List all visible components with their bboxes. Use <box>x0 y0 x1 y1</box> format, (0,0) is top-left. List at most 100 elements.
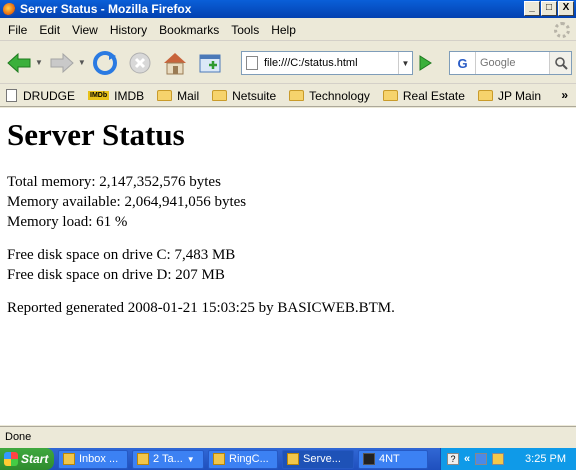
stop-icon <box>129 52 151 73</box>
memory-available-line: Memory available: 2,064,941,056 bytes <box>7 194 247 210</box>
task-thunderbird[interactable]: 2 Ta... ▼ <box>132 449 204 469</box>
app-icon <box>137 453 149 465</box>
disk-section: Free disk space on drive C: 7,483 MB Fre… <box>7 245 569 285</box>
status-text: Done <box>5 430 32 443</box>
minimize-button[interactable]: _ <box>524 1 540 16</box>
firefox-icon <box>3 2 16 16</box>
new-tab-button[interactable] <box>195 48 225 78</box>
page-icon <box>246 56 258 70</box>
new-window-icon <box>199 54 221 72</box>
window-controls: _ □ X <box>524 1 574 16</box>
group-dropdown-icon: ▼ <box>186 454 195 464</box>
memory-section: Total memory: 2,147,352,576 bytes Memory… <box>7 172 569 232</box>
menu-file[interactable]: File <box>2 23 33 37</box>
stop-button[interactable] <box>125 48 155 78</box>
network-icon[interactable] <box>475 453 488 465</box>
url-text[interactable]: file:///C:/status.html <box>264 57 398 69</box>
bookmark-imdb[interactable]: IMDb IMDB <box>88 89 144 103</box>
taskbar: Start Inbox ... 2 Ta... ▼ RingC... Serve… <box>0 448 576 470</box>
magnifier-icon <box>554 57 568 70</box>
search-bar: G <box>449 51 572 75</box>
bookmark-label: Netsuite <box>232 88 277 103</box>
bookmark-label: DRUDGE <box>23 88 76 103</box>
back-button[interactable] <box>4 48 34 78</box>
activity-throbber-icon <box>554 22 570 38</box>
back-arrow-icon <box>7 52 31 73</box>
task-label: RingC... <box>229 453 269 465</box>
disk-c-line: Free disk space on drive C: 7,483 MB <box>7 247 236 263</box>
menu-bar: File Edit View History Bookmarks Tools H… <box>0 19 576 41</box>
search-engine-selector[interactable]: G <box>450 52 476 74</box>
task-firefox[interactable]: Serve... <box>282 449 354 469</box>
back-history-dropdown[interactable]: ▼ <box>35 58 43 67</box>
page-heading: Server Status <box>7 117 185 152</box>
url-dropdown-button[interactable]: ▼ <box>398 52 412 74</box>
console-icon <box>363 453 375 465</box>
bookmark-drudge[interactable]: DRUDGE <box>6 89 75 103</box>
home-button[interactable] <box>160 48 190 78</box>
task-label: 4NT <box>379 453 400 465</box>
bookmarks-overflow-chevron[interactable]: » <box>561 88 568 102</box>
start-button[interactable]: Start <box>0 448 54 470</box>
menu-help[interactable]: Help <box>265 23 302 37</box>
folder-icon <box>382 90 398 101</box>
page-icon <box>6 89 17 102</box>
bookmark-folder-jp-main[interactable]: JP Main <box>477 88 542 103</box>
task-label: Serve... <box>303 453 341 465</box>
go-button[interactable] <box>418 55 432 74</box>
firefox-icon <box>287 453 299 465</box>
task-inbox[interactable]: Inbox ... <box>58 449 128 469</box>
bookmark-folder-real-estate[interactable]: Real Estate <box>382 88 465 103</box>
go-arrow-icon <box>419 55 432 71</box>
system-tray: ? « 3:25 PM <box>440 448 576 470</box>
search-button[interactable] <box>549 52 571 74</box>
maximize-button[interactable]: □ <box>541 1 557 16</box>
title-bar: Server Status - Mozilla Firefox _ □ X <box>0 0 576 18</box>
clock-tray-icon[interactable] <box>492 453 505 465</box>
page-content: Server Status Total memory: 2,147,352,57… <box>0 108 576 425</box>
bookmark-label: Real Estate <box>402 88 465 103</box>
window-title: Server Status - Mozilla Firefox <box>20 2 192 16</box>
menu-bookmarks[interactable]: Bookmarks <box>153 23 225 37</box>
bookmark-label: Technology <box>309 88 370 103</box>
bookmark-folder-netsuite[interactable]: Netsuite <box>212 89 276 103</box>
help-icon[interactable]: ? <box>447 453 459 465</box>
clock-app-icon <box>63 453 75 465</box>
menu-edit[interactable]: Edit <box>33 23 66 37</box>
menu-view[interactable]: View <box>66 23 104 37</box>
app-icon <box>213 453 225 465</box>
total-memory-line: Total memory: 2,147,352,576 bytes <box>7 174 221 190</box>
task-ringcentral[interactable]: RingC... <box>208 449 278 469</box>
folder-icon <box>157 90 173 101</box>
status-bar: Done <box>0 426 576 446</box>
folder-icon <box>212 90 228 101</box>
bookmark-folder-mail[interactable]: Mail <box>157 89 199 103</box>
forward-arrow-icon <box>50 52 74 73</box>
start-label: Start <box>21 452 49 466</box>
task-label: Inbox ... <box>79 453 119 465</box>
bookmark-label: JP Main <box>497 88 542 103</box>
url-bar[interactable]: file:///C:/status.html ▼ <box>241 51 413 75</box>
clock[interactable]: 3:25 PM <box>525 453 566 465</box>
bookmark-folder-technology[interactable]: Technology <box>289 89 370 103</box>
search-input[interactable] <box>476 56 546 70</box>
windows-flag-icon <box>4 452 18 466</box>
disk-d-line: Free disk space on drive D: 207 MB <box>7 267 225 283</box>
folder-icon <box>289 90 305 101</box>
forward-button[interactable] <box>47 48 77 78</box>
task-label: 2 Ta... <box>153 453 183 465</box>
forward-history-dropdown[interactable]: ▼ <box>78 58 86 67</box>
tray-collapse-button[interactable]: « <box>464 453 470 465</box>
folder-icon <box>477 90 493 101</box>
menu-tools[interactable]: Tools <box>225 23 265 37</box>
bookmark-label: IMDB <box>114 88 145 103</box>
navigation-toolbar: ▼ ▼ file:///C:/status.html ▼ G Google <box>0 42 576 84</box>
memory-load-line: Memory load: 61 % <box>7 214 128 230</box>
reload-button[interactable] <box>90 48 120 78</box>
menu-history[interactable]: History <box>104 23 153 37</box>
task-4nt[interactable]: 4NT <box>358 449 428 469</box>
imdb-icon: IMDb <box>88 91 110 100</box>
close-button[interactable]: X <box>558 1 574 16</box>
bookmarks-toolbar: DRUDGE IMDb IMDB Mail Netsuite Technolog… <box>0 85 576 107</box>
bookmark-label: Mail <box>177 88 200 103</box>
